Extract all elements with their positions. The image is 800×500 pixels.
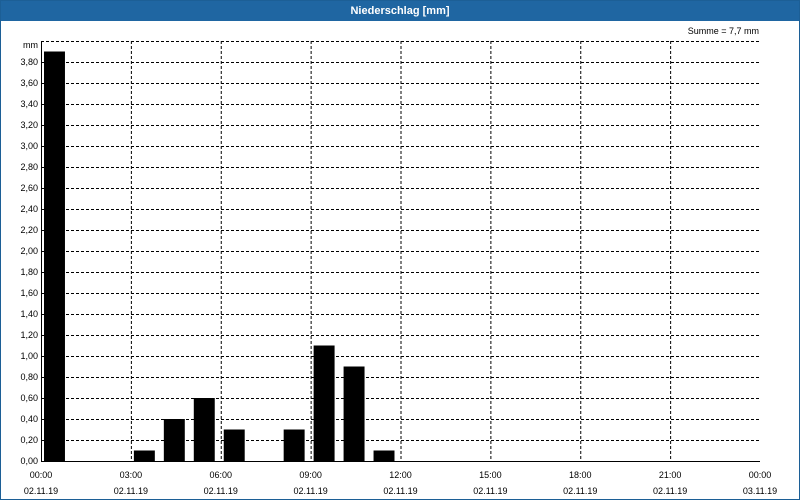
x-tick-time-label: 03:00 (120, 470, 143, 480)
y-tick-label: 1,80 (20, 267, 38, 277)
y-tick-label: 2,20 (20, 225, 38, 235)
y-tick-label: 0,40 (20, 414, 38, 424)
bar (313, 345, 335, 461)
y-tick-label: 0,60 (20, 393, 38, 403)
x-tick-date-label: 02.11.19 (383, 486, 417, 496)
bar (343, 366, 365, 461)
x-tick-date-label: 02.11.19 (114, 486, 148, 496)
x-tick-date-label: 02.11.19 (24, 486, 58, 496)
bar (163, 419, 185, 461)
y-tick-label: 1,60 (20, 288, 38, 298)
y-tick-label: 2,80 (20, 162, 38, 172)
y-tick-label: 0,00 (20, 456, 38, 466)
x-tick-date-label: 02.11.19 (563, 486, 597, 496)
y-tick-label: 1,40 (20, 309, 38, 319)
y-tick-label: 3,20 (20, 120, 38, 130)
x-tick-date-label: 02.11.19 (473, 486, 507, 496)
y-tick-label: 0,20 (20, 435, 38, 445)
chart-window: Niederschlag [mm] Summe = 7,7 mm 0,00 0,2… (0, 0, 800, 500)
y-tick-label: 0,80 (20, 372, 38, 382)
bar (133, 450, 155, 461)
x-tick-time-label: 15:00 (479, 470, 502, 480)
y-tick-label: 3,80 (20, 57, 38, 67)
x-tick-time-label: 09:00 (299, 470, 322, 480)
x-tick-time-label: 18:00 (569, 470, 592, 480)
x-tick-time-label: 00:00 (749, 470, 772, 480)
x-tick-time-label: 00:00 (30, 470, 53, 480)
bar (223, 429, 245, 461)
y-tick-label: 2,40 (20, 204, 38, 214)
bar (193, 398, 215, 461)
y-tick-label: 3,60 (20, 78, 38, 88)
x-tick-time-label: 06:00 (209, 470, 232, 480)
y-tick-label: 2,60 (20, 183, 38, 193)
bar (283, 429, 305, 461)
bar (44, 51, 65, 461)
x-tick-time-label: 12:00 (389, 470, 412, 480)
y-tick-label: 2,00 (20, 246, 38, 256)
y-tick-label: 3,00 (20, 141, 38, 151)
precipitation-bar-chart: 0,00 0,20 0,40 0,60 0,80 1,00 1,20 1,40 1,60 1,80… (20, 40, 777, 496)
y-tick-label: 1,20 (20, 330, 38, 340)
x-tick-date-label: 03.11.19 (743, 486, 777, 496)
x-tick-date-label: 02.11.19 (653, 486, 687, 496)
y-axis-label: mm (23, 40, 38, 50)
x-tick-time-label: 21:00 (659, 470, 682, 480)
x-tick-date-label: 02.11.19 (293, 486, 327, 496)
y-tick-label: 3,40 (20, 99, 38, 109)
y-tick-label: 1,00 (20, 351, 38, 361)
bar (373, 450, 395, 461)
x-tick-date-label: 02.11.19 (204, 486, 238, 496)
